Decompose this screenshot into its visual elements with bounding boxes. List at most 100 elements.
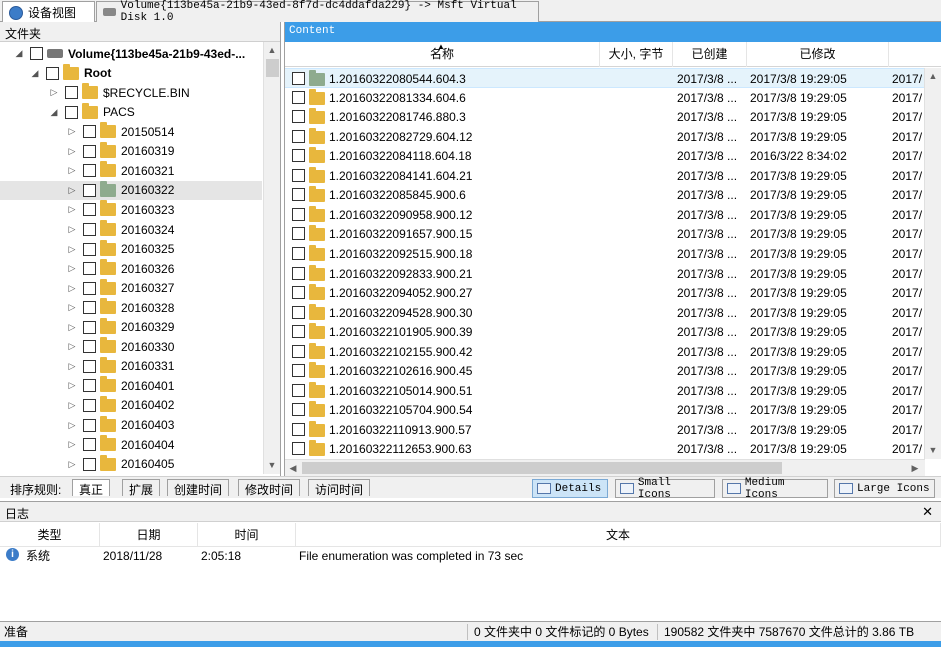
log-column-text[interactable]: 文本 [296, 523, 941, 547]
checkbox[interactable] [83, 242, 96, 256]
checkbox[interactable] [292, 266, 305, 280]
checkbox[interactable] [83, 164, 96, 178]
expand-icon[interactable]: ▷ [65, 400, 79, 411]
expand-icon[interactable]: ▷ [65, 341, 79, 352]
list-item[interactable]: 1.20160322085845.900.6 2017/3/8 ... 2017/3… [285, 185, 941, 205]
checkbox[interactable] [83, 379, 96, 393]
tree-item-date-folder[interactable]: ▷ 20160327 [0, 278, 174, 298]
scroll-down-icon[interactable]: ▼ [264, 457, 280, 474]
scroll-up-icon[interactable]: ▲ [925, 68, 941, 85]
expand-icon[interactable]: ▷ [65, 185, 79, 196]
tab-device-view[interactable]: 设备视图 [2, 1, 95, 23]
scroll-down-icon[interactable]: ▼ [925, 442, 941, 459]
collapse-icon[interactable]: ◢ [12, 48, 26, 59]
checkbox[interactable] [292, 188, 305, 202]
checkbox[interactable] [83, 457, 96, 471]
expand-icon[interactable]: ▷ [65, 224, 79, 235]
checkbox[interactable] [83, 438, 96, 452]
checkbox[interactable] [83, 223, 96, 236]
tree-item-recycle-bin[interactable]: ▷ $RECYCLE.BIN [47, 83, 190, 103]
tree-item-root[interactable]: ◢ Root [28, 63, 111, 84]
close-icon[interactable]: ✕ [922, 504, 933, 520]
checkbox[interactable] [292, 72, 305, 85]
checkbox[interactable] [292, 286, 305, 300]
expand-icon[interactable]: ▷ [65, 165, 79, 176]
sort-option-accessed[interactable]: 访问时间 [308, 479, 371, 497]
tab-volume[interactable]: Volume{113be45a-21b9-43ed-8f7d-dc4ddafda… [96, 0, 539, 24]
list-item[interactable]: 1.20160322094528.900.30 2017/3/8 ... 2017/… [285, 303, 941, 323]
checkbox[interactable] [292, 383, 305, 397]
checkbox[interactable] [292, 344, 305, 358]
expand-icon[interactable]: ▷ [65, 380, 79, 391]
checkbox[interactable] [83, 320, 96, 334]
checkbox[interactable] [83, 359, 96, 373]
checkbox[interactable] [292, 149, 305, 163]
checkbox[interactable] [83, 301, 96, 315]
expand-icon[interactable]: ▷ [65, 322, 79, 333]
scroll-thumb[interactable] [302, 462, 782, 474]
list-item[interactable]: 1.20160322090958.900.12 2017/3/8 ... 2017/… [285, 205, 941, 225]
list-item[interactable]: 1.20160322094052.900.27 2017/3/8 ... 2017/… [285, 283, 941, 303]
checkbox[interactable] [83, 203, 96, 217]
tree-item-date-folder[interactable]: ▷ 20160402 [0, 395, 174, 416]
checkbox[interactable] [292, 129, 305, 143]
expand-icon[interactable]: ▷ [65, 244, 79, 255]
checkbox[interactable] [83, 281, 96, 295]
list-item[interactable]: 1.20160322102616.900.45 2017/3/8 ... 2017/… [285, 361, 941, 381]
checkbox[interactable] [292, 110, 305, 124]
list-item[interactable]: 1.20160322101905.900.39 2017/3/8 ... 2017/… [285, 322, 941, 342]
expand-icon[interactable]: ▷ [65, 361, 79, 372]
scroll-left-icon[interactable]: ◀ [285, 460, 301, 477]
tree-item-date-folder[interactable]: ▷ 20160322 [0, 180, 262, 201]
checkbox[interactable] [83, 262, 96, 276]
tree-item-pacs[interactable]: ◢ PACS [47, 102, 135, 123]
folders-scrollbar[interactable]: ▲ ▼ [263, 42, 280, 474]
checkbox[interactable] [292, 246, 305, 260]
view-small-icons-button[interactable]: Small Icons [615, 477, 715, 501]
tree-item-date-folder[interactable]: ▷ 20150514 [0, 122, 174, 142]
list-item[interactable]: 1.20160322084141.604.21 2017/3/8 ... 2017/… [285, 166, 941, 186]
view-large-icons-button[interactable]: Large Icons [834, 479, 935, 498]
list-item[interactable]: 1.20160322112653.900.63 2017/3/8 ... 2017/… [285, 439, 941, 459]
log-column-time[interactable]: 时间 [198, 523, 296, 547]
horizontal-scrollbar[interactable]: ◀ ▶ [285, 459, 925, 476]
list-item[interactable]: 1.20160322105014.900.51 2017/3/8 ... 2017/… [285, 381, 941, 401]
column-header-modified[interactable]: 已修改 [747, 42, 889, 67]
list-item[interactable]: 1.20160322082729.604.12 2017/3/8 ... 2017/… [285, 127, 941, 147]
checkbox[interactable] [46, 66, 59, 80]
collapse-icon[interactable]: ◢ [47, 107, 61, 118]
sort-option-created[interactable]: 创建时间 [167, 479, 230, 497]
scroll-up-icon[interactable]: ▲ [264, 42, 280, 59]
checkbox[interactable] [65, 105, 78, 119]
view-medium-icons-button[interactable]: Medium Icons [722, 477, 828, 501]
checkbox[interactable] [83, 398, 96, 412]
tree-item-date-folder[interactable]: ▷ 20160331 [0, 356, 174, 377]
tree-item-date-folder[interactable]: ▷ 20160403 [0, 415, 174, 435]
expand-icon[interactable]: ▷ [65, 439, 79, 450]
checkbox[interactable] [83, 125, 96, 139]
checkbox[interactable] [83, 183, 96, 197]
expand-icon[interactable]: ▷ [65, 146, 79, 157]
expand-icon[interactable]: ▷ [65, 126, 79, 137]
expand-icon[interactable]: ▷ [47, 87, 61, 98]
sort-option-modified[interactable]: 修改时间 [238, 479, 301, 497]
checkbox[interactable] [292, 168, 305, 182]
expand-icon[interactable]: ▷ [65, 420, 79, 431]
checkbox[interactable] [292, 364, 305, 378]
list-item[interactable]: 1.20160322092833.900.21 2017/3/8 ... 2017/… [285, 264, 941, 284]
tree-item-date-folder[interactable]: ▷ 20160330 [0, 337, 174, 357]
expand-icon[interactable]: ▷ [65, 263, 79, 274]
log-column-date[interactable]: 日期 [100, 523, 198, 547]
checkbox[interactable] [292, 305, 305, 319]
list-item[interactable]: 1.20160322105704.900.54 2017/3/8 ... 2017/… [285, 400, 941, 420]
checkbox[interactable] [292, 325, 305, 339]
scroll-right-icon[interactable]: ▶ [907, 460, 923, 477]
sort-option-extension[interactable]: 扩展 [122, 479, 161, 497]
column-header-size[interactable]: 大小, 字节 [600, 42, 673, 67]
tree-item-date-folder[interactable]: ▷ 20160319 [0, 141, 174, 162]
checkbox[interactable] [83, 340, 96, 354]
checkbox[interactable] [83, 144, 96, 158]
column-header-created[interactable]: 已创建 [673, 42, 747, 67]
expand-icon[interactable]: ▷ [65, 283, 79, 294]
checkbox[interactable] [292, 90, 305, 104]
